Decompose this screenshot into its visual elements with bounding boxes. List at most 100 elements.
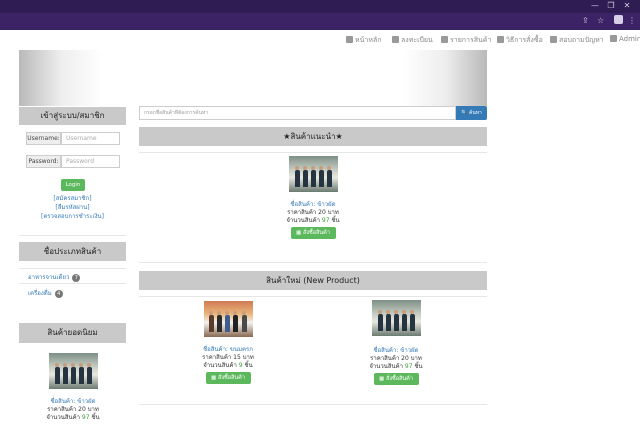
password-field[interactable]: Password (61, 155, 120, 168)
product-image[interactable] (371, 300, 421, 336)
nav-home-label: หน้าหลัก (355, 36, 382, 44)
nav-contact[interactable]: สอบถามปัญหา (550, 35, 604, 46)
product-name[interactable]: ชื่อสินค้า: ข้าวผัด (23, 398, 123, 406)
login-button[interactable]: Login (61, 179, 85, 191)
product-image[interactable] (288, 156, 338, 192)
image-figure (393, 314, 399, 331)
image-figure (232, 315, 238, 332)
profile-icon[interactable] (614, 15, 623, 24)
stock-prefix: จำนวนสินค้า (286, 217, 320, 224)
tag-icon (497, 36, 504, 43)
username-field[interactable]: Username (61, 132, 120, 145)
image-figure (241, 315, 247, 332)
nav-products-label: รายการสินค้า (450, 36, 492, 44)
image-figure (318, 166, 323, 170)
search-input[interactable]: กรอกชื่อสินค้าที่ต้องการค้นหา (139, 106, 456, 120)
search-button-label: ค้นหา (468, 110, 482, 116)
image-figure (377, 314, 383, 331)
image-figure (86, 363, 91, 367)
image-figure (294, 170, 300, 187)
close-icon[interactable]: ✕ (620, 1, 634, 10)
password-row: Password: Password (26, 155, 120, 168)
product-stock: จำนวนสินค้า 97 ชิ้น (346, 363, 446, 371)
image-figure (86, 367, 92, 384)
product-image[interactable] (203, 301, 253, 337)
image-figure (208, 315, 214, 332)
product-stock: จำนวนสินค้า 97 ชิ้น (23, 414, 123, 422)
category-item[interactable]: เครื่องดื่ม 4 (28, 288, 63, 298)
divider (139, 404, 487, 405)
image-figure (62, 367, 68, 384)
cart-icon: ▦ (379, 376, 385, 382)
minimize-icon[interactable]: — (588, 1, 602, 10)
menu-icon[interactable]: ⋮ (628, 16, 636, 25)
product-stock: จำนวนสินค้า 9 ชิ้น (178, 362, 278, 370)
nav-home[interactable]: หน้าหลัก (346, 35, 381, 46)
category-item[interactable]: อาหารจานเดียว 7 (28, 272, 81, 282)
stock-number: 97 (81, 414, 90, 421)
nav-howto[interactable]: วิธีการสั่งซื้อ (497, 35, 543, 46)
divider (19, 268, 126, 269)
stock-suffix: ชิ้น (244, 362, 253, 369)
buy-button[interactable]: ▦ สั่งซื้อสินค้า (290, 227, 336, 239)
image-figure (385, 310, 390, 314)
buy-button[interactable]: ▦ สั่งซื้อสินค้า (205, 372, 251, 384)
comment-icon (550, 36, 557, 43)
image-figure (302, 170, 308, 187)
image-figure (78, 363, 83, 367)
restore-icon[interactable]: ❐ (604, 1, 618, 10)
image-figure (409, 310, 414, 314)
new-product: ชื่อสินค้า: ข้าวผัด ราคาสินค้า 20 บาท จำ… (346, 300, 446, 385)
image-figure (62, 363, 67, 367)
divider (139, 152, 487, 153)
new-product: ชื่อสินค้า: ขนมครก ราคาสินค้า 15 บาท จำน… (178, 301, 278, 384)
image-figure (377, 310, 382, 314)
buy-button[interactable]: ▦ สั่งซื้อสินค้า (373, 373, 419, 385)
stock-suffix: ชิ้น (91, 414, 100, 421)
nav-products[interactable]: รายการสินค้า (441, 35, 491, 46)
stock-number: 9 (238, 362, 243, 369)
buy-button-label: สั่งซื้อสินค้า (217, 375, 245, 381)
browser-title-bar (0, 0, 640, 13)
category-item-label: อาหารจานเดียว (28, 274, 70, 281)
divider (139, 262, 487, 263)
stock-prefix: จำนวนสินค้า (46, 414, 80, 421)
category-title: ชื่อประเภทสินค้า (19, 242, 126, 261)
product-name[interactable]: ชื่อสินค้า: ข้าวผัด (346, 347, 446, 355)
search-button[interactable]: 🔍 ค้นหา (456, 106, 487, 120)
product-price: ราคาสินค้า 20 บาท (287, 209, 339, 216)
login-panel: เข้าสู่ระบบ/สมาชิก Username: Username Pa… (19, 107, 126, 227)
popular-title: สินค้ายอดนิยม (19, 323, 126, 343)
cart-icon: ▦ (211, 375, 217, 381)
site-navbar: หน้าหลัก ลงทะเบียน รายการสินค้า วิธีการส… (0, 30, 640, 50)
image-figure (224, 311, 229, 315)
product-image[interactable] (48, 353, 98, 389)
stock-prefix: จำนวนสินค้า (369, 363, 403, 370)
image-figure (208, 311, 213, 315)
new-products-title: สินค้าใหม่ (New Product) (139, 271, 487, 290)
list-icon (441, 36, 448, 43)
image-figure (401, 310, 406, 314)
username-row: Username: Username (26, 132, 120, 145)
nav-register[interactable]: ลงทะเบียน (392, 35, 433, 46)
product-name[interactable]: ชื่อสินค้า: ข้าวผัด (263, 201, 363, 209)
star-icon[interactable]: ☆ (597, 16, 604, 25)
product-name[interactable]: ชื่อสินค้า: ขนมครก (178, 346, 278, 354)
category-count-badge: 7 (72, 274, 81, 282)
image-figure (302, 166, 307, 170)
image-figure (54, 363, 59, 367)
image-figure (310, 166, 315, 170)
product-price: ราคาสินค้า 20 บาท (47, 406, 99, 413)
cart-icon: ▦ (296, 230, 302, 236)
image-figure (78, 367, 84, 384)
image-figure (310, 170, 316, 187)
recommended-product: ชื่อสินค้า: ข้าวผัด ราคาสินค้า 20 บาท จำ… (263, 156, 363, 239)
stock-suffix: ชิ้น (414, 363, 423, 370)
check-payment-link[interactable]: [ตรวจสอบการชำระเงิน] (19, 211, 126, 221)
nav-contact-label: สอบถามปัญหา (559, 36, 604, 44)
popular-product: ชื่อสินค้า: ข้าวผัด ราคาสินค้า 20 บาท จำ… (23, 353, 123, 422)
share-icon[interactable]: ⇪ (582, 16, 589, 25)
popular-panel: สินค้ายอดนิยม ชื่อสินค้า: ข้าวผัด ราคาสิ… (19, 323, 126, 425)
search-bar: กรอกชื่อสินค้าที่ต้องการค้นหา 🔍 ค้นหา (139, 106, 487, 120)
nav-admin[interactable]: Admin (610, 35, 640, 43)
